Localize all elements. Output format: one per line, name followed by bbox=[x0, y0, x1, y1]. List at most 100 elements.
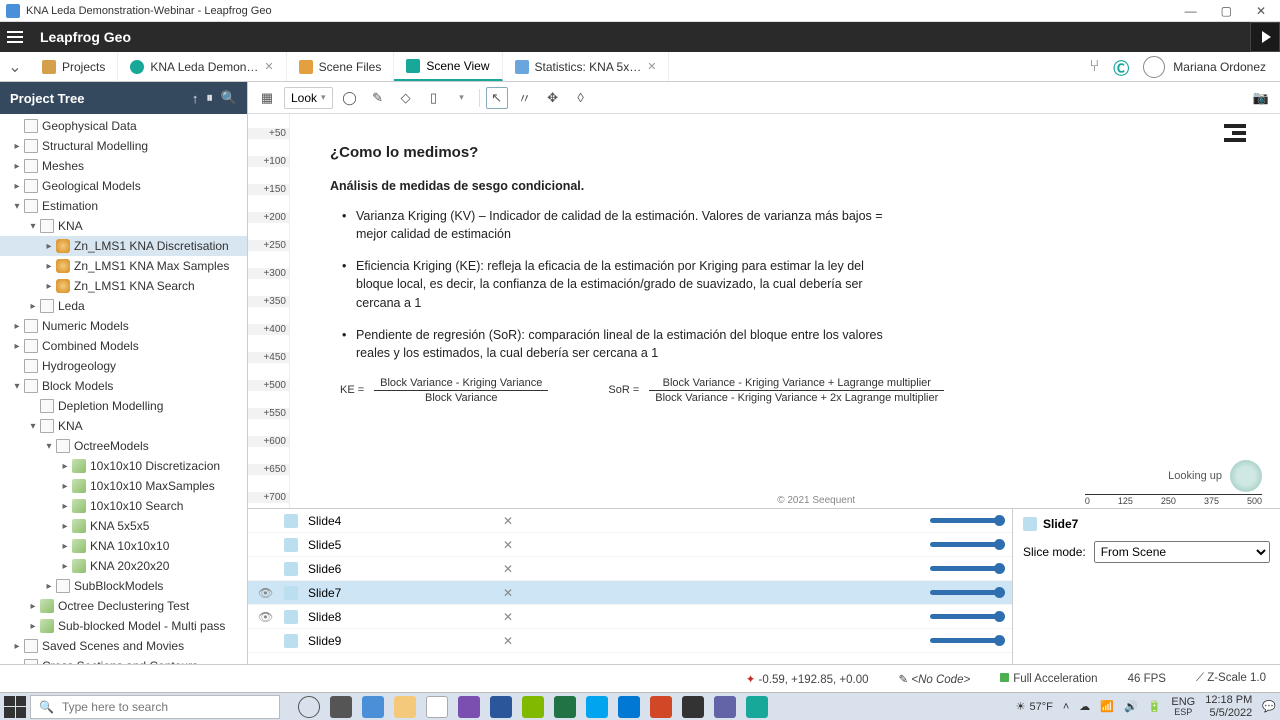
remove-icon[interactable]: ✕ bbox=[498, 538, 518, 552]
opacity-slider[interactable] bbox=[930, 542, 1002, 547]
tree-item-hydro[interactable]: ▸Hydrogeology bbox=[0, 356, 247, 376]
edge-icon[interactable] bbox=[362, 696, 384, 718]
list-item[interactable]: 👁Slide7✕ bbox=[248, 581, 1012, 605]
tree-item-cross[interactable]: ▸Cross Sections and Contours bbox=[0, 656, 247, 664]
opacity-slider[interactable] bbox=[930, 638, 1002, 643]
close-icon[interactable]: ✕ bbox=[264, 60, 273, 73]
onenote-icon[interactable] bbox=[458, 696, 480, 718]
remove-icon[interactable]: ✕ bbox=[498, 514, 518, 528]
tree-item-oct-max[interactable]: ▸10x10x10 MaxSamples bbox=[0, 476, 247, 496]
tree-item-combined[interactable]: ▸Combined Models bbox=[0, 336, 247, 356]
tab-demo[interactable]: KNA Leda Demon…✕ bbox=[118, 52, 286, 81]
weather-widget[interactable]: ☀57°F bbox=[1016, 700, 1053, 713]
tree-item-oct-20[interactable]: ▸KNA 20x20x20 bbox=[0, 556, 247, 576]
tree-item-geological[interactable]: ▸Geological Models bbox=[0, 176, 247, 196]
tree-item-oct-5[interactable]: ▸KNA 5x5x5 bbox=[0, 516, 247, 536]
tree-item-block[interactable]: ▾Block Models bbox=[0, 376, 247, 396]
word-icon[interactable] bbox=[490, 696, 512, 718]
camera-icon[interactable]: 📷 bbox=[1250, 87, 1272, 109]
explorer-icon[interactable] bbox=[394, 696, 416, 718]
leapfrog-icon[interactable] bbox=[746, 696, 768, 718]
bounding-box-icon[interactable]: ▦ bbox=[256, 87, 278, 109]
keyboard-lang[interactable]: ENG bbox=[1171, 696, 1195, 708]
look-dropdown[interactable]: Look▾ bbox=[284, 87, 333, 109]
menu-hamburger[interactable] bbox=[0, 22, 30, 52]
visibility-icon[interactable]: 👁 bbox=[258, 610, 274, 624]
battery-icon[interactable]: 🔋 bbox=[1148, 700, 1162, 713]
settings-icon[interactable] bbox=[682, 696, 704, 718]
tray-chevron-icon[interactable]: ˄ bbox=[1063, 701, 1069, 713]
tree-item-oct-search[interactable]: ▸10x10x10 Search bbox=[0, 496, 247, 516]
tree-up-icon[interactable]: ↑ bbox=[192, 91, 199, 106]
outlook-icon[interactable] bbox=[618, 696, 640, 718]
tree-item-kna[interactable]: ▾KNA bbox=[0, 216, 247, 236]
tab-projects[interactable]: Projects bbox=[30, 52, 118, 81]
app-icon[interactable] bbox=[586, 696, 608, 718]
opacity-slider[interactable] bbox=[930, 566, 1002, 571]
tree-item-oct-10[interactable]: ▸KNA 10x10x10 bbox=[0, 536, 247, 556]
opacity-slider[interactable] bbox=[930, 518, 1002, 523]
branch-icon[interactable]: ⑂ bbox=[1090, 58, 1100, 76]
project-tree[interactable]: ▸Geophysical Data ▸Structural Modelling … bbox=[0, 114, 247, 664]
tree-item-depletion[interactable]: ▸Depletion Modelling bbox=[0, 396, 247, 416]
play-button[interactable] bbox=[1250, 22, 1280, 52]
eraser-icon[interactable]: ◊ bbox=[570, 87, 592, 109]
tree-item-numeric[interactable]: ▸Numeric Models bbox=[0, 316, 247, 336]
tree-item-oct-disc[interactable]: ▸10x10x10 Discretizacion bbox=[0, 456, 247, 476]
rect-dropdown[interactable]: ▾ bbox=[451, 87, 473, 109]
list-item[interactable]: 👁Slide8✕ bbox=[248, 605, 1012, 629]
keyboard-layout[interactable]: ESP bbox=[1171, 708, 1195, 718]
user-menu[interactable]: Mariana Ordonez bbox=[1143, 56, 1266, 78]
scene-canvas[interactable]: ¿Como lo medimos? Análisis de medidas de… bbox=[290, 114, 1280, 508]
tree-item-subblocked[interactable]: ▸Sub-blocked Model - Multi pass bbox=[0, 616, 247, 636]
tree-item-leda[interactable]: ▸Leda bbox=[0, 296, 247, 316]
volume-icon[interactable]: 🔊 bbox=[1124, 700, 1138, 713]
loop-icon[interactable] bbox=[522, 696, 544, 718]
tree-search-icon[interactable]: 🔍 bbox=[221, 90, 237, 106]
onedrive-icon[interactable]: ☁ bbox=[1079, 700, 1090, 713]
taskview-icon[interactable] bbox=[330, 696, 352, 718]
start-button[interactable] bbox=[4, 696, 26, 718]
tree-item-scenes[interactable]: ▸Saved Scenes and Movies bbox=[0, 636, 247, 656]
wifi-icon[interactable]: 📶 bbox=[1100, 700, 1114, 713]
minimize-button[interactable]: — bbox=[1185, 4, 1197, 18]
tree-item-kna-disc[interactable]: ▸Zn_LMS1 KNA Discretisation bbox=[0, 236, 247, 256]
tab-scene-view[interactable]: Scene View bbox=[394, 52, 502, 81]
opacity-slider[interactable] bbox=[930, 590, 1002, 595]
calendar-icon[interactable] bbox=[426, 696, 448, 718]
close-icon[interactable]: ✕ bbox=[647, 60, 656, 73]
taskbar-search[interactable]: 🔍Type here to search bbox=[30, 695, 280, 719]
list-item[interactable]: Slide4✕ bbox=[248, 509, 1012, 533]
cortana-icon[interactable] bbox=[298, 696, 320, 718]
excel-icon[interactable] bbox=[554, 696, 576, 718]
tree-pause-icon[interactable]: ⏸ bbox=[206, 90, 213, 106]
pen-icon[interactable]: ✎ bbox=[367, 87, 389, 109]
maximize-button[interactable]: ▢ bbox=[1221, 4, 1232, 18]
tabs-dropdown[interactable]: ⌄ bbox=[0, 57, 30, 77]
slide-list[interactable]: Slide4✕ Slide5✕ Slide6✕ 👁Slide7✕ 👁Slide8… bbox=[248, 509, 1012, 664]
close-button[interactable]: ✕ bbox=[1256, 4, 1266, 18]
tree-item-kna-search[interactable]: ▸Zn_LMS1 KNA Search bbox=[0, 276, 247, 296]
tree-item-bkna[interactable]: ▾KNA bbox=[0, 416, 247, 436]
tree-item-structural[interactable]: ▸Structural Modelling bbox=[0, 136, 247, 156]
lasso-icon[interactable]: ◯ bbox=[339, 87, 361, 109]
rectangle-icon[interactable]: ▯ bbox=[423, 87, 445, 109]
list-item[interactable]: Slide6✕ bbox=[248, 557, 1012, 581]
teams-icon[interactable] bbox=[714, 696, 736, 718]
list-item[interactable]: Slide5✕ bbox=[248, 533, 1012, 557]
tab-statistics[interactable]: Statistics: KNA 5x…✕ bbox=[503, 52, 670, 81]
notifications-icon[interactable]: 💬 bbox=[1262, 700, 1276, 713]
list-item[interactable]: Slide9✕ bbox=[248, 629, 1012, 653]
compass[interactable]: Looking up bbox=[1168, 460, 1262, 492]
opacity-slider[interactable] bbox=[930, 614, 1002, 619]
taskbar-clock[interactable]: 12:18 PM 5/5/2022 bbox=[1205, 694, 1252, 718]
pointer-icon[interactable]: ↖ bbox=[486, 87, 508, 109]
move-icon[interactable]: ✥ bbox=[542, 87, 564, 109]
remove-icon[interactable]: ✕ bbox=[498, 634, 518, 648]
tree-item-estimation[interactable]: ▾Estimation bbox=[0, 196, 247, 216]
visibility-icon[interactable]: 👁 bbox=[258, 586, 274, 600]
tab-scene-files[interactable]: Scene Files bbox=[287, 52, 395, 81]
slice-mode-select[interactable]: From Scene bbox=[1094, 541, 1270, 563]
remove-icon[interactable]: ✕ bbox=[498, 610, 518, 624]
tree-item-subblock[interactable]: ▸SubBlockModels bbox=[0, 576, 247, 596]
